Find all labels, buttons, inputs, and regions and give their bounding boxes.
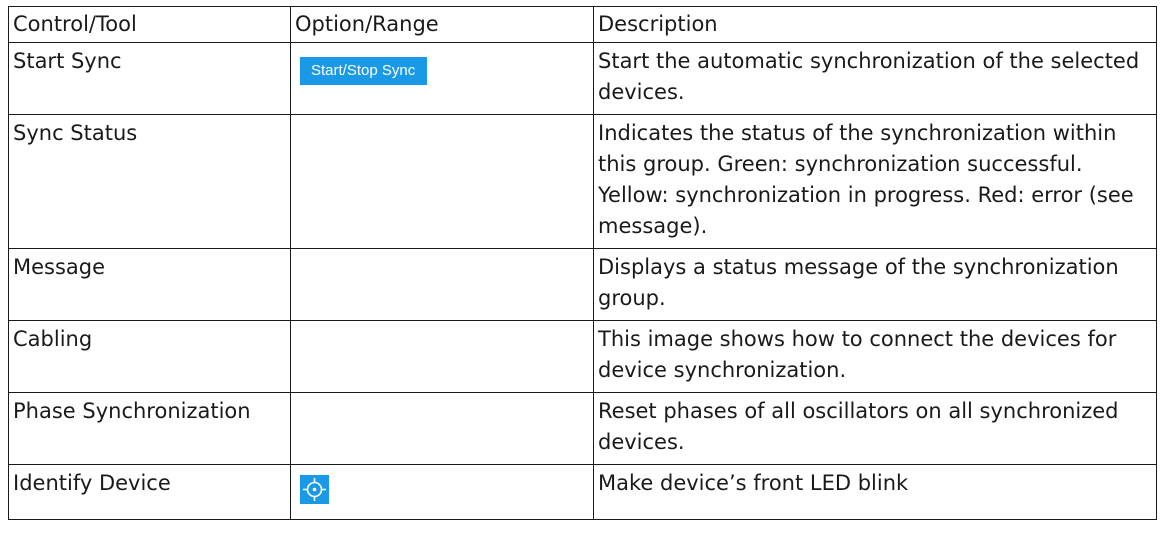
control-name: Sync Status bbox=[8, 114, 291, 249]
option-cell bbox=[290, 248, 594, 321]
start-stop-sync-button[interactable]: Start/Stop Sync bbox=[300, 57, 428, 85]
controls-table: Control/Tool Option/Range Description St… bbox=[8, 6, 1157, 520]
table-row-phase-synchronization: Phase Synchronization Reset phases of al… bbox=[8, 392, 1157, 465]
description: Make device’s front LED blink bbox=[593, 464, 1157, 520]
control-name: Message bbox=[8, 248, 291, 321]
identify-device-button[interactable] bbox=[300, 475, 329, 504]
table-header-row: Control/Tool Option/Range Description bbox=[8, 6, 1157, 43]
control-name: Start Sync bbox=[8, 42, 291, 115]
option-cell: Start/Stop Sync bbox=[290, 42, 594, 115]
table-row-message: Message Displays a status message of the… bbox=[8, 248, 1157, 321]
option-cell bbox=[290, 392, 594, 465]
table-row-sync-status: Sync Status Indicates the status of the … bbox=[8, 114, 1157, 249]
option-cell bbox=[290, 114, 594, 249]
header-control-tool: Control/Tool bbox=[8, 6, 291, 43]
description: Indicates the status of the synchronizat… bbox=[593, 114, 1157, 249]
description: Start the automatic synchronization of t… bbox=[593, 42, 1157, 115]
control-name: Identify Device bbox=[8, 464, 291, 520]
header-option-range: Option/Range bbox=[290, 6, 594, 43]
table-row-start-sync: Start Sync Start/Stop Sync Start the aut… bbox=[8, 42, 1157, 115]
crosshair-target-icon bbox=[303, 478, 326, 501]
description: Displays a status message of the synchro… bbox=[593, 248, 1157, 321]
table-row-cabling: Cabling This image shows how to connect … bbox=[8, 320, 1157, 393]
option-cell bbox=[290, 464, 594, 520]
table-row-identify-device: Identify Device Make device’s front LED … bbox=[8, 464, 1157, 520]
control-name: Phase Synchronization bbox=[8, 392, 291, 465]
description: This image shows how to connect the devi… bbox=[593, 320, 1157, 393]
header-description: Description bbox=[593, 6, 1157, 43]
description: Reset phases of all oscillators on all s… bbox=[593, 392, 1157, 465]
option-cell bbox=[290, 320, 594, 393]
control-name: Cabling bbox=[8, 320, 291, 393]
